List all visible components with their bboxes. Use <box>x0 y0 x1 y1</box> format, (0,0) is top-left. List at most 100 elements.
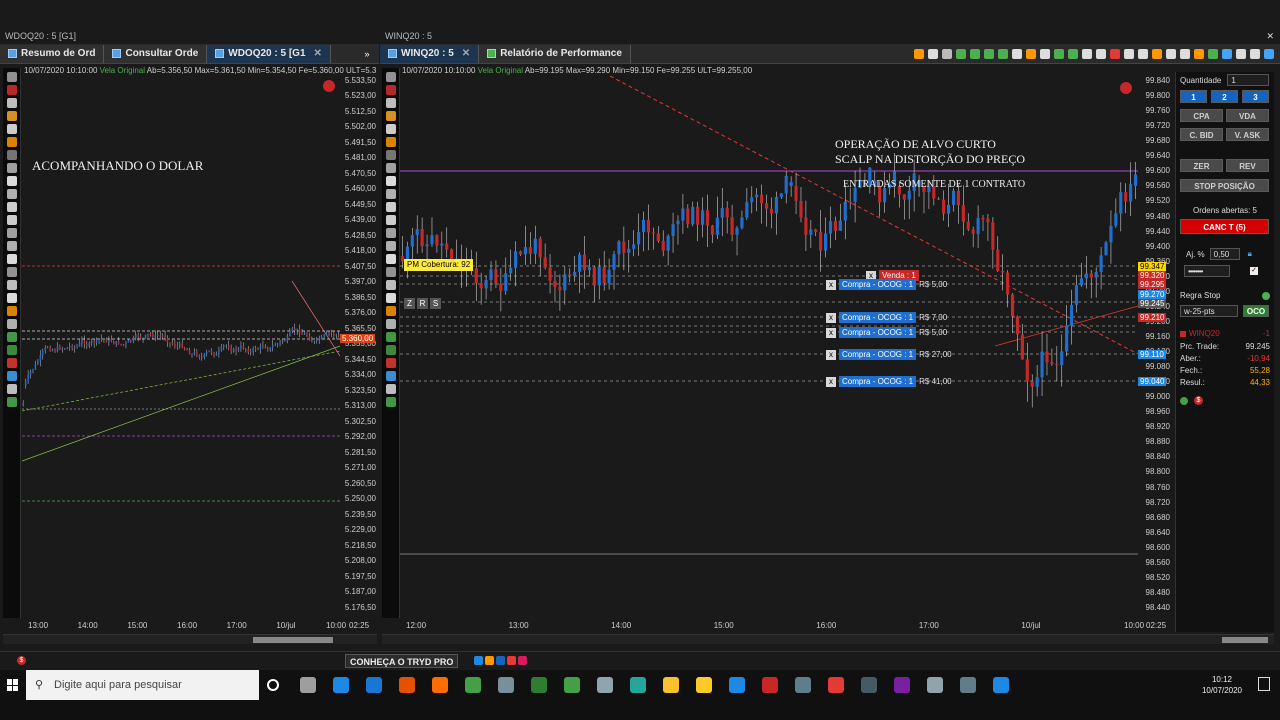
cancel-order-icon[interactable]: x <box>826 349 836 360</box>
drawing-tool-icon[interactable] <box>385 215 396 225</box>
close-window-icon[interactable]: ✕ <box>1266 28 1274 44</box>
taskbar-app-icon[interactable] <box>729 677 745 693</box>
qty-2-button[interactable]: 2 <box>1211 90 1238 103</box>
cancel-all-button[interactable]: CANC T (5) <box>1180 219 1269 234</box>
drawing-tool-icon[interactable] <box>385 254 396 264</box>
drawing-tool-icon[interactable] <box>6 72 17 82</box>
taskbar-app-icon[interactable] <box>663 677 679 693</box>
drawing-tool-icon[interactable] <box>6 111 17 121</box>
quantity-input[interactable]: 1 <box>1227 74 1270 86</box>
drawing-tool-icon[interactable] <box>6 332 17 342</box>
drawing-tool-icon[interactable] <box>385 241 396 251</box>
toolbar-icon[interactable] <box>1236 48 1246 59</box>
settings-icon[interactable] <box>1262 291 1270 300</box>
taskbar-app-icon[interactable] <box>696 677 712 693</box>
drawing-tool-icon[interactable] <box>385 332 396 342</box>
order-buy[interactable]: x Compra - OCOG : 1 R$ 5,00 <box>826 279 947 290</box>
drawing-tool-icon[interactable] <box>385 280 396 290</box>
toolbar-icon[interactable] <box>1012 48 1022 59</box>
instagram-icon[interactable] <box>518 656 527 665</box>
toolbar-icon[interactable] <box>970 48 980 59</box>
drawing-tool-icon[interactable] <box>385 163 396 173</box>
stop-position-button[interactable]: S <box>430 298 441 309</box>
zero-position-button[interactable]: Z <box>404 298 415 309</box>
taskbar-app-icon[interactable] <box>465 677 481 693</box>
drawing-tool-icon[interactable] <box>385 319 396 329</box>
blog-icon[interactable] <box>485 656 494 665</box>
drawing-tool-icon[interactable] <box>6 189 17 199</box>
taskbar-app-icon[interactable] <box>828 677 844 693</box>
toolbar-icon[interactable] <box>1082 48 1092 59</box>
drawing-tool-icon[interactable] <box>6 163 17 173</box>
drawing-tool-icon[interactable] <box>385 384 396 394</box>
tab-winq20-chart[interactable]: WINQ20 : 5 ✕ <box>380 44 480 63</box>
close-icon[interactable]: ✕ <box>314 45 322 63</box>
toolbar-icon[interactable] <box>998 48 1008 59</box>
drawing-tool-icon[interactable] <box>6 124 17 134</box>
drawing-tool-icon[interactable] <box>6 371 17 381</box>
drawing-tool-icon[interactable] <box>385 176 396 186</box>
tryd-icon[interactable] <box>474 656 483 665</box>
toolbar-icon[interactable] <box>1250 48 1260 59</box>
taskbar-app-icon[interactable] <box>432 677 448 693</box>
drawing-tool-icon[interactable] <box>385 202 396 212</box>
cancel-order-icon[interactable]: x <box>826 376 836 387</box>
taskbar-search-input[interactable]: ⚲ Digite aqui para pesquisar <box>26 670 259 700</box>
taskbar-app-icon[interactable] <box>597 677 613 693</box>
order-buy[interactable]: x Compra - OCOG : 1 R$ 41,00 <box>826 376 952 387</box>
taskbar-app-icon[interactable] <box>894 677 910 693</box>
tryd-pro-button[interactable]: CONHEÇA O TRYD PRO <box>345 654 459 668</box>
drawing-tool-icon[interactable] <box>6 150 17 160</box>
drawing-tool-icon[interactable] <box>6 215 17 225</box>
order-buy[interactable]: x Compra - OCOG : 1 R$ 27,00 <box>826 349 952 360</box>
drawing-tool-icon[interactable] <box>385 137 396 147</box>
win-candlestick-chart[interactable] <box>400 76 1138 618</box>
adjust-input[interactable]: 0,50 <box>1209 248 1240 260</box>
drawing-tool-icon[interactable] <box>385 345 396 355</box>
drawing-tool-icon[interactable] <box>6 267 17 277</box>
buy-market-button[interactable]: CPA <box>1180 109 1223 122</box>
drawing-tool-icon[interactable] <box>6 358 17 368</box>
drawing-tool-icon[interactable] <box>385 72 396 82</box>
drawing-tool-icon[interactable] <box>385 358 396 368</box>
drawing-tool-icon[interactable] <box>6 98 17 108</box>
toolbar-icon[interactable] <box>1068 48 1078 59</box>
drawing-tool-icon[interactable] <box>6 137 17 147</box>
drawing-tool-icon[interactable] <box>6 306 17 316</box>
taskbar-app-icon[interactable] <box>366 677 382 693</box>
toolbar-icon[interactable] <box>1138 48 1148 59</box>
toolbar-icon[interactable] <box>1180 48 1190 59</box>
drawing-tool-icon[interactable] <box>6 280 17 290</box>
drawing-tool-icon[interactable] <box>385 85 396 95</box>
dollar-icon[interactable]: $ <box>1194 396 1203 405</box>
right-horizontal-scrollbar[interactable] <box>382 634 1274 644</box>
drawing-tool-icon[interactable] <box>385 111 396 121</box>
toolbar-icon[interactable] <box>1054 48 1064 59</box>
reverse-position-button[interactable]: R <box>417 298 428 309</box>
drawing-tool-icon[interactable] <box>385 189 396 199</box>
taskbar-app-icon[interactable] <box>795 677 811 693</box>
sell-ask-button[interactable]: V. ASK <box>1226 128 1269 141</box>
drawing-tool-icon[interactable] <box>6 254 17 264</box>
oco-button[interactable]: OCO <box>1243 305 1269 317</box>
sell-market-button[interactable]: VDA <box>1226 109 1269 122</box>
toolbar-icon[interactable] <box>1208 48 1218 59</box>
drawing-tool-icon[interactable] <box>6 228 17 238</box>
toolbar-icon[interactable] <box>1152 48 1162 59</box>
drawing-tool-icon[interactable] <box>6 397 17 407</box>
cancel-order-icon[interactable]: x <box>826 312 836 323</box>
taskbar-app-icon[interactable] <box>630 677 646 693</box>
toolbar-icon[interactable] <box>914 48 924 59</box>
tab-resumo-ordens[interactable]: Resumo de Ord <box>0 44 105 63</box>
taskbar-app-icon[interactable] <box>564 677 580 693</box>
toolbar-icon[interactable] <box>1264 48 1274 59</box>
taskbar-app-icon[interactable] <box>531 677 547 693</box>
drawing-tool-icon[interactable] <box>6 241 17 251</box>
toolbar-icon[interactable] <box>956 48 966 59</box>
stop-position-button[interactable]: STOP POSIÇÃO <box>1180 179 1269 192</box>
taskbar-app-icon[interactable] <box>300 677 316 693</box>
drawing-tool-icon[interactable] <box>6 345 17 355</box>
drawing-tool-icon[interactable] <box>385 397 396 407</box>
lock-icon[interactable]: 🔒︎ <box>1248 249 1252 259</box>
regra-stop-select[interactable]: w-25-pts <box>1180 305 1238 317</box>
